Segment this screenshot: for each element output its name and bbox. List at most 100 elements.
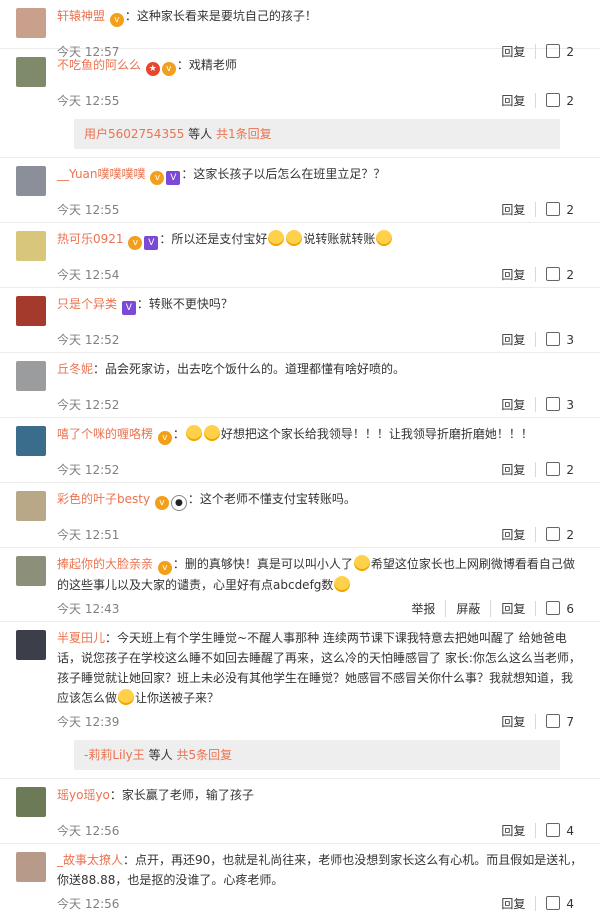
reply-count-link[interactable]: 共5条回复 xyxy=(176,748,232,762)
avatar[interactable] xyxy=(16,166,46,196)
like-count: 2 xyxy=(566,267,574,282)
username-link[interactable]: __Yuan噗噗噗噗 xyxy=(57,167,146,181)
like-button[interactable]: 3 xyxy=(535,396,584,412)
like-button[interactable]: 7 xyxy=(535,713,584,729)
like-count: 2 xyxy=(566,527,574,542)
reply-button[interactable]: 回复 xyxy=(491,895,535,912)
like-button[interactable]: 2 xyxy=(535,526,584,542)
username-link[interactable]: 嘻了个咪的喱咯楞 xyxy=(57,427,153,441)
comment-body: 瑶yo瑶yo：家长赢了老师，输了孩子 xyxy=(57,785,584,817)
reply-button[interactable]: 回复 xyxy=(490,599,535,617)
member-badge-icon: v xyxy=(157,561,172,575)
reply-count-link[interactable]: 共1条回复 xyxy=(216,127,272,141)
avatar[interactable] xyxy=(16,57,46,87)
comment-body: 捧起你的大脸亲亲 v ：删的真够快！真是可以叫小人了 希望这位家长也上网刷微博看看自… xyxy=(57,554,584,595)
username-link[interactable]: _故事太撩人 xyxy=(57,853,123,867)
comment-meta: 今天 12:56 回复 4 xyxy=(16,892,584,914)
comment-item: _故事太撩人：点开，再还90，也就是礼尚往来，老师也没想到家长这么有心机。而且假… xyxy=(0,844,600,914)
username-link[interactable]: 不吃鱼的阿么么 xyxy=(57,58,141,72)
reply-button[interactable]: 回复 xyxy=(491,526,535,543)
comment-meta: 今天 12:52 回复 3 xyxy=(16,328,584,350)
reply-button[interactable]: 回复 xyxy=(491,266,535,283)
shocked-emoji-icon xyxy=(185,425,202,441)
avatar[interactable] xyxy=(16,630,46,660)
comment-meta: 今天 12:43 举报 屏蔽 回复 6 xyxy=(16,597,584,619)
like-count: 3 xyxy=(566,332,574,347)
comment-list: 轩辕神盟 v ：这种家长看来是要坑自己的孩子！ 今天 12:57 回复 2 不吃鱼… xyxy=(0,0,600,914)
avatar[interactable] xyxy=(16,361,46,391)
avatar[interactable] xyxy=(16,556,46,586)
username-link[interactable]: 捧起你的大脸亲亲 xyxy=(57,557,153,571)
timestamp: 今天 12:56 xyxy=(57,896,120,911)
username-link[interactable]: 只是个异类 xyxy=(57,297,117,311)
avatar[interactable] xyxy=(16,787,46,817)
reply-button[interactable]: 回复 xyxy=(491,822,535,839)
comment-meta: 今天 12:56 回复 4 xyxy=(16,819,584,841)
timestamp: 今天 12:52 xyxy=(57,397,120,412)
like-button[interactable]: 2 xyxy=(535,201,584,217)
username-link[interactable]: 丘冬妮 xyxy=(57,362,93,376)
reply-button[interactable]: 回复 xyxy=(491,201,535,218)
reply-user-link[interactable]: -莉莉Lily王 xyxy=(84,748,145,762)
comment-meta: 今天 12:54 回复 2 xyxy=(16,263,584,285)
username-link[interactable]: 热可乐0921 xyxy=(57,232,124,246)
thumbs-up-icon xyxy=(546,526,561,541)
avatar[interactable] xyxy=(16,8,46,38)
avatar[interactable] xyxy=(16,491,46,521)
comment-item: 捧起你的大脸亲亲 v ：删的真够快！真是可以叫小人了 希望这位家长也上网刷微博看看自… xyxy=(0,548,600,622)
timestamp: 今天 12:51 xyxy=(57,527,120,542)
avatar[interactable] xyxy=(16,426,46,456)
like-button[interactable]: 2 xyxy=(535,266,584,282)
member-badge-icon: v xyxy=(109,13,124,27)
timestamp: 今天 12:54 xyxy=(57,267,120,282)
like-button[interactable]: 6 xyxy=(535,600,584,616)
like-count: 4 xyxy=(566,896,574,911)
reply-button[interactable]: 回复 xyxy=(491,396,535,413)
report-button[interactable]: 举报 xyxy=(401,600,445,617)
comment-meta: 今天 12:55 回复 2 xyxy=(16,89,584,111)
comment-item: 半夏田儿：今天班上有个学生睡觉~不醒人事那种 连续两节课下课我特意去把她叫醒了 … xyxy=(0,622,600,779)
like-button[interactable]: 4 xyxy=(535,822,584,838)
reply-button[interactable]: 回复 xyxy=(491,713,535,730)
reply-button[interactable]: 回复 xyxy=(491,461,535,478)
comment-item: 丘冬妮：品会死家访，出去吃个饭什么的。道理都懂有啥好喷的。 今天 12:52 回… xyxy=(0,353,600,418)
thumbs-up-icon xyxy=(546,600,561,615)
username-link[interactable]: 轩辕神盟 xyxy=(57,9,105,23)
member-badge-icon: v xyxy=(161,62,176,76)
like-button[interactable]: 3 xyxy=(535,331,584,347)
avatar[interactable] xyxy=(16,852,46,882)
more-replies-box[interactable]: -莉莉Lily王 等人 共5条回复 xyxy=(74,740,560,770)
comment-body: 丘冬妮：品会死家访，出去吃个饭什么的。道理都懂有啥好喷的。 xyxy=(57,359,584,391)
block-button[interactable]: 屏蔽 xyxy=(445,599,490,617)
more-replies-box[interactable]: 用户5602754355 等人 共1条回复 xyxy=(74,119,560,149)
username-link[interactable]: 半夏田儿 xyxy=(57,631,105,645)
cat-emoji-icon xyxy=(286,230,303,246)
avatar[interactable] xyxy=(16,231,46,261)
like-button[interactable]: 4 xyxy=(535,895,584,911)
username-link[interactable]: 瑶yo瑶yo xyxy=(57,788,110,802)
like-count: 6 xyxy=(566,601,574,616)
comment-item: 嘻了个咪的喱咯楞 v： 好想把这个家长给我领导！！！让我领导折磨折磨她！！！ 今天… xyxy=(0,418,600,483)
cat-emoji-icon xyxy=(376,230,393,246)
comment-item: __Yuan噗噗噗噗 v V ：这家长孩子以后怎么在班里立足？？ 今天 12:55 … xyxy=(0,158,600,223)
username-link[interactable]: 彩色的叶子besty xyxy=(57,492,150,506)
avatar[interactable] xyxy=(16,296,46,326)
reply-button[interactable]: 回复 xyxy=(491,331,535,348)
like-button[interactable]: 2 xyxy=(535,461,584,477)
thumbs-up-icon xyxy=(546,461,561,476)
timestamp: 今天 12:55 xyxy=(57,202,120,217)
like-button[interactable]: 2 xyxy=(535,92,584,108)
comment-text: ：删的真够快！真是可以叫小人了 xyxy=(172,557,353,571)
thumbs-up-icon xyxy=(546,895,561,910)
comment-meta: 今天 12:51 回复 2 xyxy=(16,523,584,545)
reply-button[interactable]: 回复 xyxy=(491,92,535,109)
comment-body: 轩辕神盟 v ：这种家长看来是要坑自己的孩子！ xyxy=(57,6,584,38)
shocked-emoji-icon xyxy=(203,425,220,441)
comment-item: 不吃鱼的阿么么 ★ v ：戏精老师 今天 12:55 回复 2 用户56027543… xyxy=(0,49,600,158)
comment-text: ：转账不更快吗？ xyxy=(136,297,233,311)
member-badge-icon: v xyxy=(154,496,169,510)
comment-text: ：所以还是支付宝好 xyxy=(159,232,268,246)
like-count: 3 xyxy=(566,397,574,412)
reply-user-link[interactable]: 用户5602754355 xyxy=(84,127,184,141)
reply-others-text: 等人 xyxy=(184,127,216,141)
